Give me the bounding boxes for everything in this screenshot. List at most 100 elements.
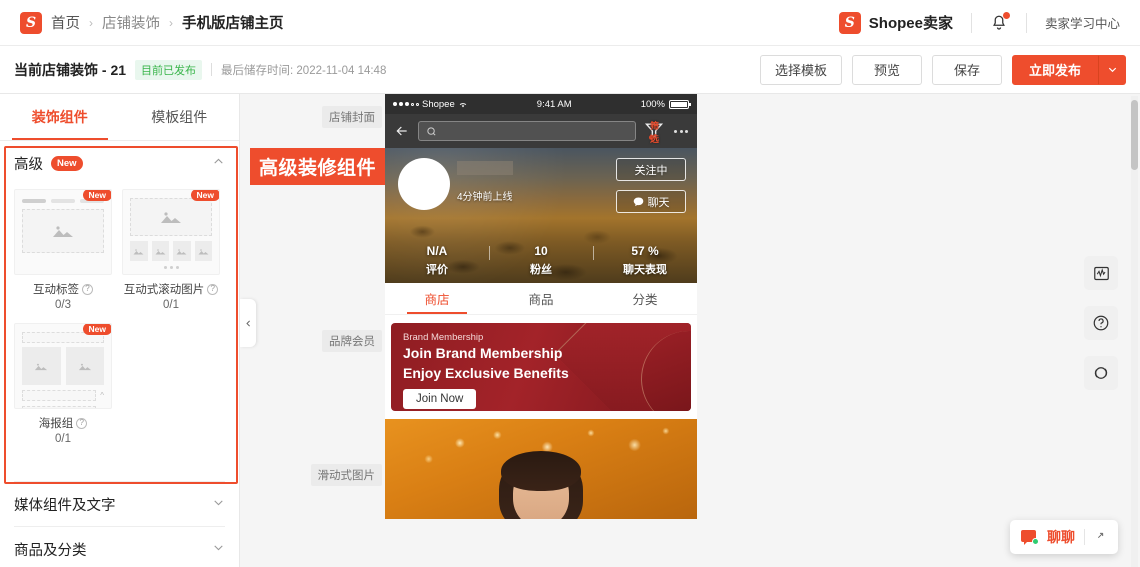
component-label: 互动标签	[33, 284, 79, 296]
chat-bubble-icon	[633, 196, 643, 206]
phone-status-bar: Shopee 9:41 AM 100%	[385, 94, 697, 114]
component-card-scroll-image[interactable]: New 互动式滚动图片 ? 0/1	[122, 189, 220, 311]
action-bar: 当前店铺装饰 - 21 目前已发布 最后储存时间: 2022-11-04 14:…	[0, 46, 1140, 94]
row-label-shop-cover: 店铺封面	[322, 106, 382, 128]
top-bar: S 首页 › 店铺装饰 › 手机版店铺主页 S Shopee卖家 卖家学习中心	[0, 0, 1140, 46]
image-placeholder-icon	[130, 198, 212, 236]
refresh-circle-icon[interactable]	[1084, 356, 1118, 390]
app-root: S 首页 › 店铺装饰 › 手机版店铺主页 S Shopee卖家 卖家学习中心	[0, 0, 1140, 567]
chevron-down-icon[interactable]	[212, 541, 225, 557]
help-icon[interactable]: ?	[76, 417, 88, 429]
status-time: 9:41 AM	[536, 98, 572, 110]
chevron-down-icon[interactable]	[1098, 54, 1126, 85]
battery-icon	[669, 99, 691, 109]
signal-dots-icon	[393, 102, 419, 106]
row-label-brand-membership: 品牌会员	[322, 330, 382, 352]
stat-chat-performance: 57 % 聊天表现	[593, 244, 697, 277]
brand-logo[interactable]: S Shopee卖家	[838, 11, 953, 34]
help-icon[interactable]: ?	[82, 283, 93, 295]
wifi-icon	[459, 102, 467, 107]
join-now-button[interactable]: Join Now	[403, 389, 477, 409]
kebab-menu-icon[interactable]	[674, 129, 688, 133]
section-title: 媒体组件及文字	[14, 497, 116, 514]
breadcrumb-separator-icon: ›	[169, 15, 173, 30]
shop-stats: N/A 评价 10 粉丝 57 % 聊天表现	[385, 244, 697, 277]
section-header-advanced[interactable]: 高级 New	[0, 141, 239, 185]
select-template-button[interactable]: 选择模板	[759, 54, 842, 85]
stat-rating: N/A 评价	[426, 244, 448, 276]
preview-canvas: 高级装修组件 店铺封面 品牌会员 滑动式图片 Shopee 9:41 AM 10…	[240, 94, 1130, 567]
section-title: 商品及分类	[14, 542, 87, 559]
banner-kicker: Brand Membership	[403, 332, 484, 343]
preview-button[interactable]: 预览	[852, 54, 922, 85]
back-arrow-icon[interactable]	[394, 123, 410, 139]
breadcrumb-item-decoration[interactable]: 店铺装饰	[102, 12, 160, 33]
page-scrollbar-thumb[interactable]	[1131, 100, 1138, 170]
poster-group-thumb: New ^ ^	[14, 323, 112, 409]
analytics-icon[interactable]	[1084, 256, 1118, 290]
section-header-media[interactable]: 媒体组件及文字	[0, 482, 239, 526]
brand-membership-section[interactable]: Brand Membership Join Brand Membership E…	[385, 315, 697, 419]
breadcrumb-separator-icon: ›	[89, 15, 93, 30]
new-badge: New	[82, 324, 111, 335]
notification-button[interactable]	[990, 11, 1010, 33]
component-card-interactive-tab[interactable]: New 互动标签 ? 0/3	[14, 189, 112, 311]
component-panel: 装饰组件 模板组件 高级 New New 互动标签 ? 0/3 New 互动式滚…	[0, 94, 240, 567]
component-count: 0/3	[55, 299, 71, 311]
shop-cover-section: 4分钟前上线 关注中 聊天 N/A 评价 10 粉丝 57 % 聊天表现	[385, 148, 697, 283]
filter-button[interactable]: 筛选	[644, 120, 666, 144]
page-title: 当前店铺装饰 - 21	[14, 61, 127, 78]
phone-tab-products[interactable]: 商品	[489, 283, 593, 314]
expand-icon[interactable]	[1094, 529, 1107, 545]
shop-online-status: 4分钟前上线	[457, 192, 513, 203]
component-label: 海报组	[38, 418, 74, 430]
panel-collapse-handle[interactable]	[240, 299, 256, 347]
carrier-name: Shopee	[422, 98, 455, 110]
publish-split-button: 立即发布	[1012, 54, 1126, 85]
shopee-logo-icon: S	[838, 11, 861, 34]
chat-button-label: 聊天	[647, 196, 670, 209]
search-icon	[427, 126, 436, 136]
section-header-products[interactable]: 商品及分类	[0, 527, 239, 567]
phone-tab-shop[interactable]: 商店	[385, 283, 489, 314]
component-label: 互动式滚动图片	[123, 284, 205, 296]
chevron-down-icon[interactable]	[212, 496, 225, 512]
annotation-advanced-components: 高级装修组件	[250, 148, 386, 185]
section-title: 高级	[14, 156, 43, 173]
panel-tabs: 装饰组件 模板组件	[0, 94, 239, 141]
component-card-poster-group[interactable]: New ^ ^ 海报组 ? 0/1	[14, 323, 112, 445]
stat-followers: 10 粉丝	[489, 244, 593, 277]
top-bar-right: S Shopee卖家 卖家学习中心	[838, 11, 1120, 34]
new-badge: New	[51, 155, 83, 171]
chat-widget-label: 聊聊	[1047, 529, 1075, 545]
phone-nav-bar: 筛选	[385, 114, 697, 148]
chevron-up-icon[interactable]	[212, 155, 225, 171]
chat-button[interactable]: 聊天	[616, 190, 686, 213]
seller-learning-center-link[interactable]: 卖家学习中心	[1045, 13, 1120, 32]
breadcrumb-item-current: 手机版店铺主页	[182, 16, 284, 32]
shopee-logo-icon[interactable]: S	[20, 11, 42, 34]
action-buttons: 选择模板 预览 保存 立即发布	[759, 54, 1126, 85]
divider	[1025, 12, 1027, 33]
banner-headline-1: Join Brand Membership	[403, 345, 563, 361]
chat-widget-icon	[1021, 530, 1039, 545]
notification-dot	[1002, 11, 1010, 19]
follow-button[interactable]: 关注中	[616, 158, 686, 181]
chat-widget[interactable]: 聊聊	[1010, 520, 1118, 554]
shop-name-placeholder	[457, 161, 513, 175]
publish-button[interactable]: 立即发布	[1012, 54, 1098, 85]
breadcrumb-item-home[interactable]: 首页	[51, 12, 80, 33]
component-count: 0/1	[55, 433, 71, 445]
tab-decoration-components[interactable]: 装饰组件	[0, 94, 120, 140]
status-badge: 目前已发布	[135, 59, 203, 80]
search-input[interactable]	[418, 121, 636, 141]
help-icon[interactable]: ?	[207, 283, 219, 295]
save-button[interactable]: 保存	[932, 54, 1002, 85]
phone-tab-categories[interactable]: 分类	[593, 283, 697, 314]
brand-name: Shopee卖家	[868, 15, 953, 32]
help-circle-icon[interactable]	[1084, 306, 1118, 340]
tab-template-components[interactable]: 模板组件	[120, 94, 240, 140]
breadcrumb: S 首页 › 店铺装饰 › 手机版店铺主页	[20, 11, 284, 34]
image-placeholder-icon	[22, 209, 104, 253]
slide-image-section[interactable]	[385, 419, 697, 519]
